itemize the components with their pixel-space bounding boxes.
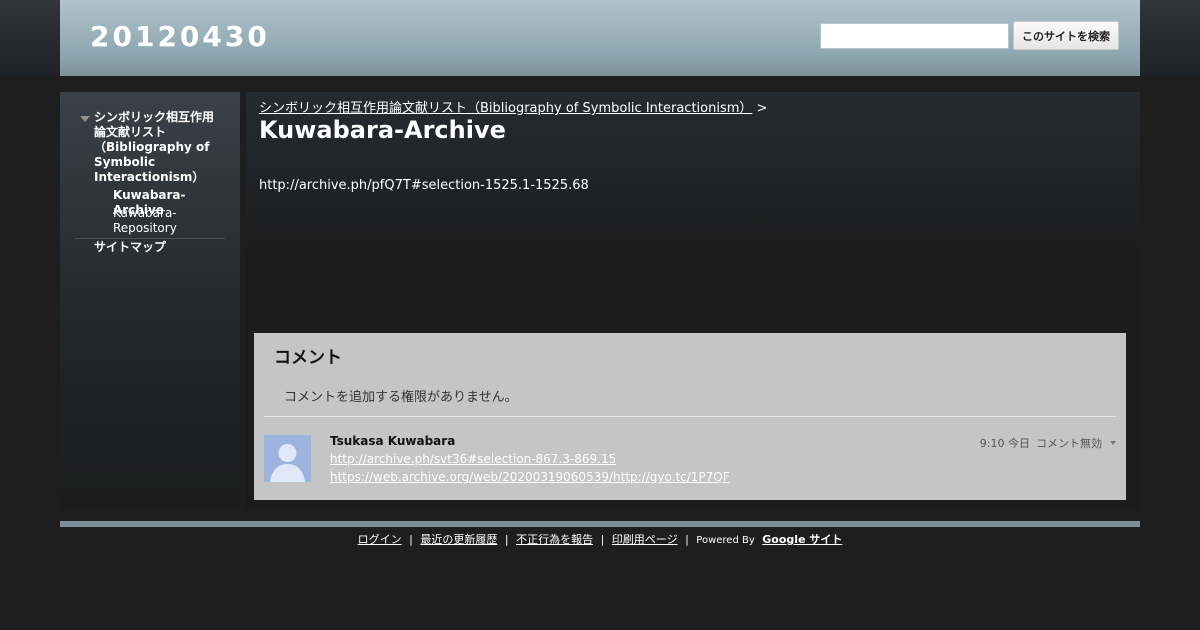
expand-triangle-icon[interactable] <box>80 116 90 122</box>
sidebar-divider <box>75 238 225 239</box>
comments-divider <box>264 416 1116 417</box>
footer: ログイン | 最近の更新履歴 | 不正行為を報告 | 印刷用ページ | Powe… <box>357 533 843 546</box>
comment-link[interactable]: http://archive.ph/svt36#selection-867.3-… <box>330 452 616 466</box>
breadcrumb-separator: > <box>756 101 768 116</box>
comment-link[interactable]: https://web.archive.org/web/202003190605… <box>330 470 730 484</box>
comments-section: コメント コメントを追加する権限がありません。 Tsukasa Kuwabara… <box>254 333 1126 500</box>
footer-login-link[interactable]: ログイン <box>358 533 402 546</box>
no-permission-message: コメントを追加する権限がありません。 <box>284 390 518 405</box>
comment-author: Tsukasa Kuwabara <box>330 434 456 448</box>
sidebar-nav: シンボリック相互作用論文献リスト（Bibliography of Symboli… <box>60 92 240 510</box>
main-content: シンボリック相互作用論文献リスト（Bibliography of Symboli… <box>246 92 1140 510</box>
avatar <box>264 435 311 482</box>
page-body-text: http://archive.ph/pfQ7T#selection-1525.1… <box>259 178 589 193</box>
comment-meta: 9:10 今日 コメント無効 <box>980 435 1116 451</box>
comment-timestamp: 9:10 今日 <box>979 437 1030 450</box>
footer-divider <box>60 521 1140 527</box>
breadcrumb: シンボリック相互作用論文献リスト（Bibliography of Symboli… <box>259 97 767 116</box>
google-sites-link[interactable]: Google サイト <box>762 533 842 546</box>
search-input[interactable] <box>820 23 1009 49</box>
footer-report-abuse-link[interactable]: 不正行為を報告 <box>516 533 593 546</box>
site-title[interactable]: 20120430 <box>90 20 270 53</box>
page-title: Kuwabara-Archive <box>259 116 506 144</box>
comments-title: コメント <box>274 348 342 368</box>
site-header: 20120430 このサイトを検索 <box>60 0 1140 76</box>
sidebar-item-sitemap[interactable]: サイトマップ <box>94 240 166 255</box>
chevron-down-icon[interactable] <box>1110 441 1116 445</box>
default-user-icon <box>264 435 311 482</box>
powered-by-text: Powered By <box>696 535 755 546</box>
search-button[interactable]: このサイトを検索 <box>1013 21 1119 50</box>
footer-recent-activity-link[interactable]: 最近の更新履歴 <box>420 533 497 546</box>
sidebar-item-kuwabara-repository[interactable]: Kuwabara-Repository <box>113 206 193 236</box>
footer-print-page-link[interactable]: 印刷用ページ <box>612 533 678 546</box>
breadcrumb-link[interactable]: シンボリック相互作用論文献リスト（Bibliography of Symboli… <box>259 101 752 116</box>
sidebar-item-bibliography[interactable]: シンボリック相互作用論文献リスト（Bibliography of Symboli… <box>94 110 224 185</box>
comment-status-menu[interactable]: コメント無効 <box>1036 435 1102 451</box>
